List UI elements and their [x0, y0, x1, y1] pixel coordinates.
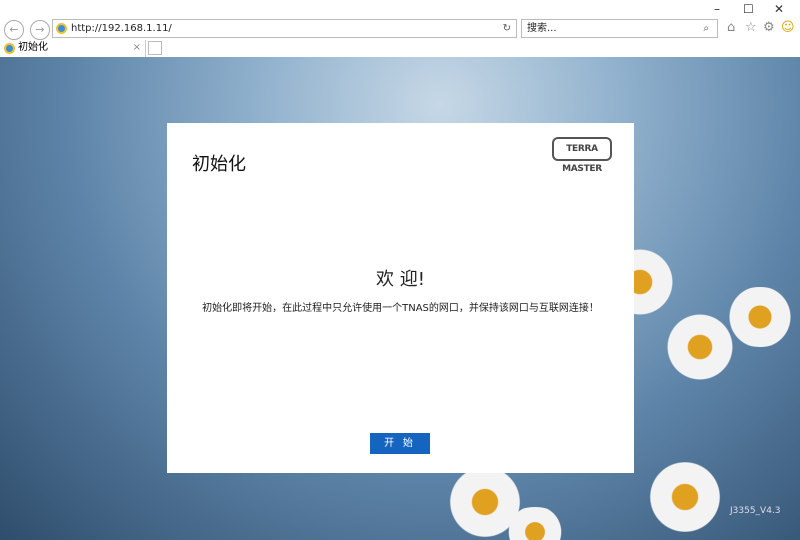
minimize-button[interactable]: – — [714, 2, 720, 16]
forward-button[interactable]: → — [30, 20, 50, 40]
welcome-heading: 欢 迎! — [376, 269, 425, 290]
tab-title: 初始化 — [18, 42, 48, 53]
search-placeholder: 搜索... — [527, 23, 557, 34]
address-bar[interactable]: http://192.168.1.11/ ↻ — [52, 19, 517, 38]
version-label: J3355_V4.3 — [730, 506, 781, 516]
search-icon[interactable]: ⌕ — [703, 20, 709, 37]
favorites-icon[interactable]: ☆ — [745, 20, 757, 35]
page-background: 初始化 TERRA MASTER 欢 迎! 初始化即将开始，在此过程中只允许使用… — [0, 57, 800, 540]
daisy-image — [640, 462, 730, 532]
tab-init[interactable]: 初始化 × — [0, 40, 146, 57]
search-input[interactable]: 搜索... ⌕ — [521, 19, 718, 38]
dialog-title: 初始化 — [192, 154, 246, 175]
close-window-button[interactable]: ✕ — [774, 2, 784, 16]
welcome-message: 初始化即将开始，在此过程中只允许使用一个TNAS的网口，并保持该网口与互联网连接… — [202, 303, 599, 314]
init-dialog: 初始化 TERRA MASTER 欢 迎! 初始化即将开始，在此过程中只允许使用… — [167, 123, 634, 473]
ie-icon — [4, 43, 15, 54]
back-button[interactable]: ← — [4, 20, 24, 40]
refresh-icon[interactable]: ↻ — [503, 20, 511, 37]
tab-close-icon[interactable]: × — [133, 40, 141, 56]
settings-icon[interactable]: ⚙ — [763, 20, 775, 35]
browser-chrome: – ☐ ✕ ← → http://192.168.1.11/ ↻ 搜索... ⌕… — [0, 0, 800, 57]
home-icon[interactable]: ⌂ — [727, 20, 735, 35]
url-text: http://192.168.1.11/ — [71, 23, 172, 34]
new-tab-button[interactable] — [148, 41, 162, 55]
ie-icon — [56, 23, 67, 34]
feedback-icon[interactable]: ☺ — [781, 20, 795, 35]
start-button[interactable]: 开 始 — [370, 433, 430, 454]
maximize-button[interactable]: ☐ — [743, 2, 754, 16]
terramaster-logo: TERRA MASTER — [552, 137, 612, 174]
daisy-image — [660, 312, 740, 382]
